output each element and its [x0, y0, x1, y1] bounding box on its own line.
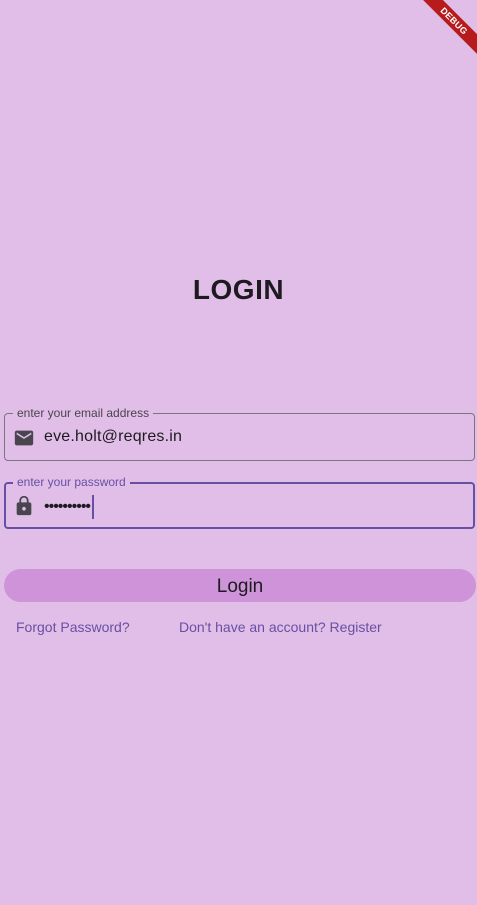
- register-link[interactable]: Don't have an account? Register: [179, 619, 382, 635]
- lock-icon: [16, 495, 32, 516]
- email-field[interactable]: enter your email address eve.holt@reqres…: [4, 406, 475, 461]
- password-field-label: enter your password: [13, 475, 130, 489]
- email-input[interactable]: eve.holt@reqres.in: [44, 427, 182, 447]
- debug-banner: DEBUG: [417, 0, 477, 60]
- password-field[interactable]: enter your password ••••••••••: [4, 475, 475, 529]
- debug-banner-label: DEBUG: [417, 0, 477, 58]
- page-title: LOGIN: [192, 274, 285, 305]
- password-input-wrapper[interactable]: ••••••••••: [44, 495, 95, 519]
- forgot-password-link[interactable]: Forgot Password?: [16, 619, 130, 635]
- text-caret: [92, 495, 95, 519]
- password-input[interactable]: ••••••••••: [44, 498, 91, 515]
- email-field-label: enter your email address: [13, 406, 154, 420]
- email-icon: [14, 430, 34, 446]
- login-button[interactable]: Login: [4, 569, 476, 602]
